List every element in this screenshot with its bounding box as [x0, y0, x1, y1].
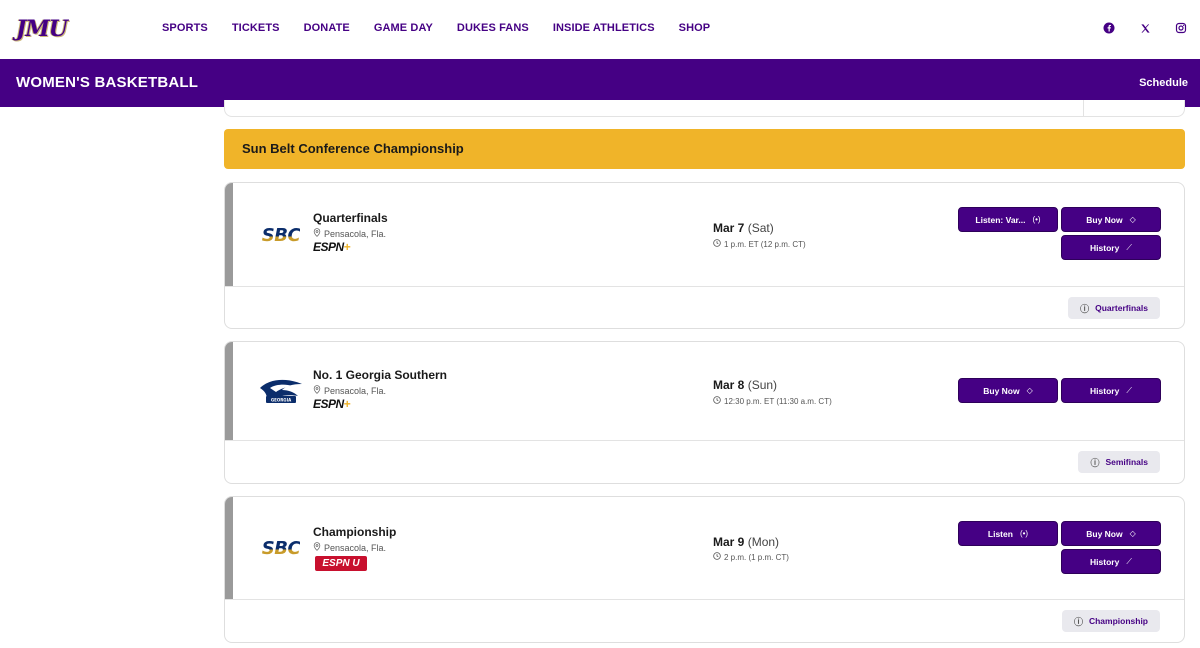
trend-icon: ⟋ [1126, 242, 1132, 252]
info-icon: ⓘ [1090, 457, 1100, 468]
location-pin-icon [313, 542, 321, 553]
sport-title: WOMEN'S BASKETBALL [16, 74, 199, 91]
tv-network-logo: ESPN+ [313, 397, 351, 411]
game-time: 12:30 p.m. ET (11:30 a.m. CT) [713, 396, 832, 406]
sbc-logo: SBC [261, 224, 301, 246]
location-text: Pensacola, Fla. [324, 542, 387, 553]
buy-now-button[interactable]: Buy Now ◇ [1061, 521, 1161, 546]
info-icon: ⓘ [1080, 303, 1090, 314]
trend-icon: ⟋ [1126, 556, 1132, 566]
facebook-icon[interactable] [1102, 21, 1116, 35]
game-date: Mar 7 (Sat) [713, 221, 774, 235]
jmu-logo[interactable]: JMU [16, 16, 76, 44]
game-card: GEORGIA No. 1 Georgia Southern Pensacola… [224, 341, 1185, 484]
ticket-icon: ◇ [1026, 386, 1033, 395]
info-icon: ⓘ [1073, 616, 1083, 627]
logo-text: JMU [16, 16, 68, 42]
svg-text:GEORGIA: GEORGIA [271, 398, 292, 403]
trend-icon: ⟋ [1126, 385, 1132, 395]
location-pin-icon [313, 228, 321, 239]
previous-game-card [224, 100, 1185, 117]
opponent-name[interactable]: Quarterfinals [313, 211, 388, 225]
tournament-title: Sun Belt Conference Championship [242, 141, 464, 156]
opponent-name[interactable]: No. 1 Georgia Southern [313, 368, 447, 382]
game-card: SBC Championship Pensacola, Fla. ESPN U … [224, 496, 1185, 643]
instagram-icon[interactable] [1174, 21, 1188, 35]
game-date: Mar 8 (Sun) [713, 378, 778, 392]
ticket-icon: ◇ [1129, 529, 1136, 538]
tv-network-logo: ESPN U [315, 556, 367, 571]
round-badge[interactable]: ⓘ Semifinals [1078, 451, 1160, 473]
nav-inside-athletics[interactable]: INSIDE ATHLETICS [553, 22, 655, 34]
location-text: Pensacola, Fla. [324, 385, 387, 396]
card-separator [225, 440, 1184, 441]
card-divider [1083, 100, 1084, 116]
card-separator [225, 599, 1184, 600]
listen-button[interactable]: Listen: Var... (•) [958, 207, 1058, 232]
game-time: 1 p.m. ET (12 p.m. CT) [713, 239, 806, 249]
location: Pensacola, Fla. [313, 542, 386, 553]
round-badge[interactable]: ⓘ Quarterfinals [1068, 297, 1160, 319]
location-text: Pensacola, Fla. [324, 228, 387, 239]
ticket-icon: ◇ [1129, 215, 1136, 224]
x-icon[interactable] [1138, 21, 1152, 35]
social-links [1102, 21, 1188, 35]
history-button[interactable]: History ⟋ [1061, 549, 1161, 574]
main-nav: SPORTS TICKETS DONATE GAME DAY DUKES FAN… [162, 22, 734, 34]
tournament-section-header: Sun Belt Conference Championship [224, 129, 1185, 169]
clock-icon [713, 239, 721, 249]
nav-game-day[interactable]: GAME DAY [374, 22, 433, 34]
schedule-link[interactable]: Schedule [1139, 77, 1188, 89]
tv-network-logo: ESPN+ [313, 240, 351, 254]
listen-button[interactable]: Listen (•) [958, 521, 1058, 546]
history-button[interactable]: History ⟋ [1061, 235, 1161, 260]
nav-dukes-fans[interactable]: DUKES FANS [457, 22, 529, 34]
nav-donate[interactable]: DONATE [304, 22, 350, 34]
game-date: Mar 9 (Mon) [713, 535, 780, 549]
clock-icon [713, 552, 721, 562]
top-navigation-bar: JMU SPORTS TICKETS DONATE GAME DAY DUKES… [0, 0, 1200, 59]
buy-now-button[interactable]: Buy Now ◇ [1061, 207, 1161, 232]
buy-now-button[interactable]: Buy Now ◇ [958, 378, 1058, 403]
status-stripe [225, 183, 233, 286]
clock-icon [713, 396, 721, 406]
location-pin-icon [313, 385, 321, 396]
history-button[interactable]: History ⟋ [1061, 378, 1161, 403]
nav-tickets[interactable]: TICKETS [232, 22, 280, 34]
georgia-southern-logo: GEORGIA [257, 376, 305, 406]
round-badge[interactable]: ⓘ Championship [1061, 610, 1160, 632]
location: Pensacola, Fla. [313, 385, 386, 396]
radio-icon: (•) [1019, 529, 1029, 538]
sbc-logo: SBC [261, 537, 301, 559]
nav-sports[interactable]: SPORTS [162, 22, 208, 34]
radio-icon: (•) [1032, 215, 1041, 224]
card-separator [225, 286, 1184, 287]
status-stripe [225, 497, 233, 599]
opponent-name[interactable]: Championship [313, 525, 396, 539]
status-stripe [225, 342, 233, 440]
game-card: SBC Quarterfinals Pensacola, Fla. ESPN+ … [224, 182, 1185, 329]
location: Pensacola, Fla. [313, 228, 386, 239]
nav-shop[interactable]: SHOP [679, 22, 711, 34]
game-time: 2 p.m. (1 p.m. CT) [713, 552, 789, 562]
